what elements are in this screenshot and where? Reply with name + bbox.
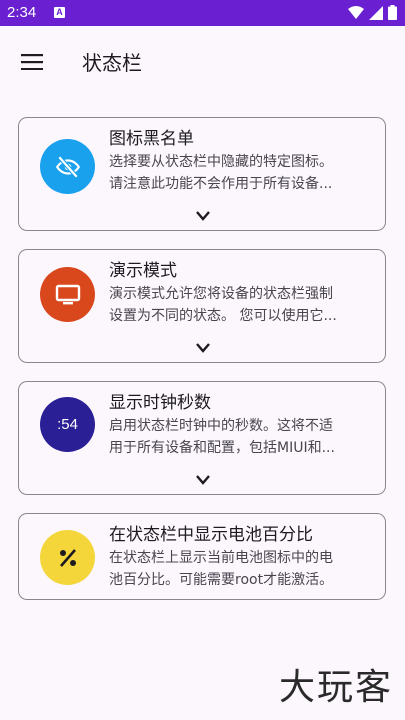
monitor-icon [40, 267, 95, 322]
card-description: 演示模式允许您将设备的状态栏强制 设置为不同的状态。 您可以使用它... [109, 283, 371, 327]
clock-seconds-icon: :54 [40, 397, 95, 452]
status-time: 2:34 [7, 4, 37, 21]
card-description-line: 用于所有设备和配置，包括MIUI和... [109, 440, 335, 456]
card-description-line: 选择要从状态栏中隐藏的特定图标。 [109, 154, 333, 170]
card-title: 图标黑名单 [109, 129, 194, 149]
card-title: 在状态栏中显示电池百分比 [109, 525, 313, 545]
card-description-line: 请注意此功能不会作用于所有设备... [109, 176, 333, 192]
card-description: 在状态栏上显示当前电池图标中的电 池百分比。可能需要root才能激活。 [109, 547, 371, 591]
demo-mode-card[interactable]: 演示模式 演示模式允许您将设备的状态栏强制 设置为不同的状态。 您可以使用它..… [18, 249, 386, 363]
card-title: 显示时钟秒数 [109, 393, 211, 413]
signal-icon [369, 5, 383, 20]
app-bar: 状态栏 [0, 26, 405, 100]
hamburger-menu-icon[interactable] [12, 42, 52, 82]
chevron-down-icon[interactable] [195, 474, 211, 486]
clock-seconds-card[interactable]: :54 显示时钟秒数 启用状态栏时钟中的秒数。这将不适 用于所有设备和配置，包括… [18, 381, 386, 495]
clock-seconds-text: :54 [57, 416, 78, 433]
eye-off-icon [40, 139, 95, 194]
card-description-line: 在状态栏上显示当前电池图标中的电 [109, 550, 333, 566]
status-bar: 2:34 A [0, 0, 405, 26]
battery-icon [388, 5, 397, 20]
wifi-icon [348, 5, 364, 19]
icon-blacklist-card[interactable]: 图标黑名单 选择要从状态栏中隐藏的特定图标。 请注意此功能不会作用于所有设备..… [18, 117, 386, 231]
card-title: 演示模式 [109, 261, 177, 281]
card-description-line: 启用状态栏时钟中的秒数。这将不适 [109, 418, 333, 434]
chevron-down-icon[interactable] [195, 342, 211, 354]
battery-percentage-card[interactable]: 在状态栏中显示电池百分比 在状态栏上显示当前电池图标中的电 池百分比。可能需要r… [18, 513, 386, 600]
card-description: 选择要从状态栏中隐藏的特定图标。 请注意此功能不会作用于所有设备... [109, 151, 371, 195]
card-description-line: 池百分比。可能需要root才能激活。 [109, 572, 334, 588]
card-description-line: 演示模式允许您将设备的状态栏强制 [109, 286, 333, 302]
card-description: 启用状态栏时钟中的秒数。这将不适 用于所有设备和配置，包括MIUI和... [109, 415, 371, 459]
status-icons [348, 5, 397, 20]
chevron-down-icon[interactable] [195, 210, 211, 222]
percent-icon [40, 530, 95, 585]
card-description-line: 设置为不同的状态。 您可以使用它... [109, 308, 337, 324]
page-title: 状态栏 [82, 51, 142, 75]
watermark: 大玩客 [278, 667, 393, 708]
notification-icon: A [54, 7, 65, 18]
